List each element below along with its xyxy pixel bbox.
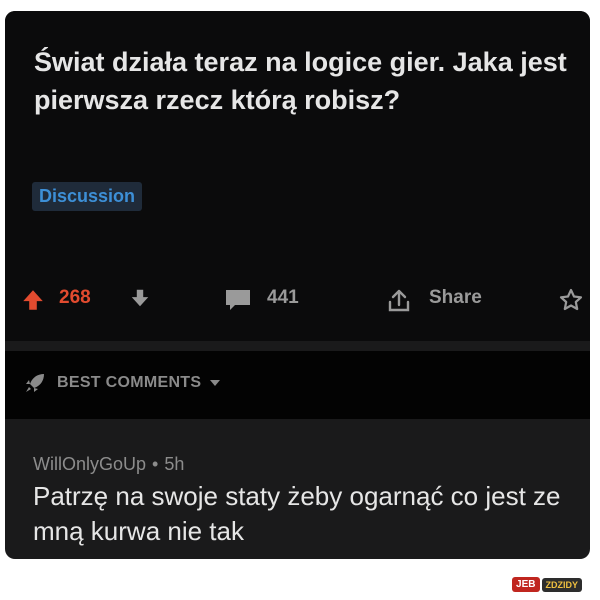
comment-meta: WillOnlyGoUp • 5h — [33, 454, 184, 475]
comments-button[interactable] — [223, 287, 253, 313]
comment-author[interactable]: WillOnlyGoUp — [33, 454, 146, 474]
comment-body: Patrzę na swoje staty żeby ogarnąć co je… — [33, 481, 561, 546]
reddit-card: Świat działa teraz na logice gier. Jaka … — [5, 11, 590, 559]
share-button[interactable] — [385, 287, 413, 315]
share-label[interactable]: Share — [429, 287, 482, 309]
watermark-part1: JEB — [512, 577, 540, 592]
sort-dropdown[interactable]: BEST COMMENTS — [23, 371, 221, 395]
flair-badge[interactable]: Discussion — [32, 182, 143, 211]
award-button[interactable] — [558, 287, 584, 313]
sort-label: BEST COMMENTS — [57, 374, 202, 391]
share-icon — [388, 289, 410, 312]
comment-time: 5h — [164, 454, 185, 474]
comment-bubble-icon — [226, 290, 250, 310]
sort-bar: BEST COMMENTS — [5, 351, 590, 419]
downvote-button[interactable] — [129, 287, 151, 309]
comments-count: 441 — [267, 287, 299, 308]
rocket-icon — [26, 374, 44, 392]
arrow-up-icon — [23, 290, 43, 310]
watermark-logo: JEB ZDZIDY — [512, 577, 582, 592]
post-actions: 268 441 Share — [5, 279, 590, 325]
upvote-button[interactable] — [20, 287, 46, 313]
vote-score: 268 — [59, 287, 91, 308]
chevron-down-icon — [210, 380, 221, 386]
meta-separator: • — [152, 454, 159, 474]
post: Świat działa teraz na logice gier. Jaka … — [5, 11, 590, 341]
watermark-part2: ZDZIDY — [541, 577, 582, 592]
post-title[interactable]: Świat działa teraz na logice gier. Jaka … — [34, 43, 574, 119]
award-icon — [559, 288, 583, 311]
arrow-down-icon — [131, 289, 149, 307]
